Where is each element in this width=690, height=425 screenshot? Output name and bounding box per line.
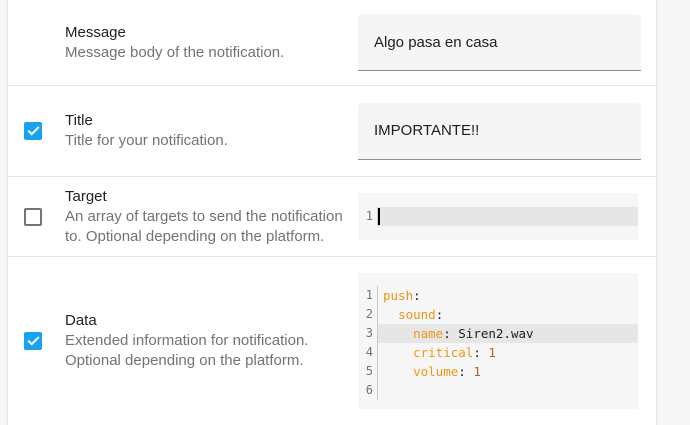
code-line-content bbox=[378, 207, 638, 226]
line-number: 5 bbox=[358, 362, 378, 381]
form-row-message: Message Message body of the notification… bbox=[8, 0, 656, 85]
title-input[interactable] bbox=[358, 102, 641, 160]
code-line: 6 bbox=[358, 381, 638, 400]
line-number: 3 bbox=[358, 324, 378, 343]
line-number: 1 bbox=[358, 286, 378, 305]
target-yaml-editor[interactable]: 1 bbox=[358, 193, 638, 240]
target-field-description: An array of targets to send the notifica… bbox=[65, 207, 343, 245]
data-field-description: Extended information for notification. O… bbox=[65, 332, 309, 369]
code-line: 5 volume: 1 bbox=[358, 362, 638, 381]
code-line: 1 push: bbox=[358, 286, 638, 305]
notification-service-form: Message Message body of the notification… bbox=[7, 0, 657, 425]
data-field-name: Data bbox=[65, 312, 97, 329]
form-row-target: Target An array of targets to send the n… bbox=[8, 176, 656, 256]
code-line: 3 name: Siren2.wav bbox=[358, 324, 638, 343]
target-field-name: Target bbox=[65, 187, 107, 205]
message-field-name: Message bbox=[65, 23, 126, 41]
code-line: 2 sound: bbox=[358, 305, 638, 324]
code-line-content bbox=[378, 381, 638, 400]
title-field-description: Title for your notification. bbox=[65, 132, 228, 149]
message-input[interactable] bbox=[358, 14, 641, 71]
form-row-data: Data Extended information for notificati… bbox=[8, 256, 656, 425]
data-yaml-editor[interactable]: 1 push: 2 sound: 3 name: Siren2.wav 4 critic… bbox=[358, 273, 638, 409]
line-number: 1 bbox=[358, 207, 378, 226]
title-field-name: Title bbox=[65, 112, 93, 129]
code-line-content: volume: 1 bbox=[413, 364, 481, 379]
line-number: 6 bbox=[358, 381, 378, 400]
line-number: 4 bbox=[358, 343, 378, 362]
code-line-content: name: Siren2.wav bbox=[378, 324, 638, 343]
code-line-content: push: bbox=[383, 288, 421, 303]
target-checkbox[interactable] bbox=[24, 207, 42, 226]
code-line: 4 critical: 1 bbox=[358, 343, 638, 362]
form-row-title: Title Title for your notification. bbox=[8, 85, 656, 176]
message-field-description: Message body of the notification. bbox=[65, 43, 285, 61]
data-checkbox[interactable] bbox=[24, 332, 42, 350]
code-line-content: sound: bbox=[398, 307, 444, 322]
code-line-content: critical: 1 bbox=[413, 345, 496, 360]
title-checkbox[interactable] bbox=[24, 122, 42, 140]
line-number: 2 bbox=[358, 305, 378, 324]
code-line: 1 bbox=[358, 207, 638, 226]
